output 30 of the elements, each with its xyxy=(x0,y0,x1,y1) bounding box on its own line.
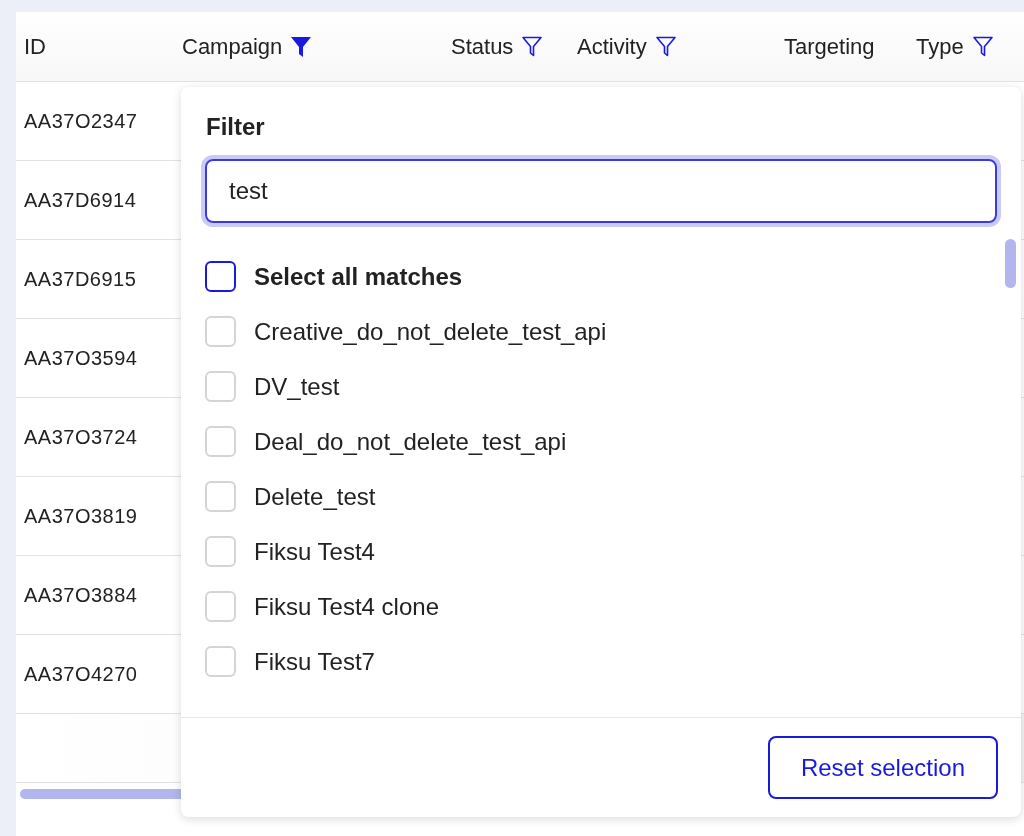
table-cell-text: AA37O4270 xyxy=(24,662,138,687)
table-cell-text: AA37O3819 xyxy=(24,504,138,529)
filter-icon[interactable] xyxy=(971,34,994,59)
column-header: Activity xyxy=(577,33,647,61)
option-label[interactable]: Fiksu Test4 clone xyxy=(254,588,439,625)
column-header: Status xyxy=(451,33,514,61)
table-cell-text: AA37O3594 xyxy=(24,346,138,371)
reset-selection-button[interactable]: Reset selection xyxy=(767,736,998,799)
option-label[interactable]: Select all matches xyxy=(254,258,463,295)
option-label[interactable]: DV_test xyxy=(254,368,340,405)
option-label[interactable]: Creative_do_not_delete_test_api xyxy=(254,313,607,350)
filter-icon[interactable] xyxy=(521,34,544,59)
checkbox[interactable] xyxy=(205,261,236,292)
option-label[interactable]: Deal_do_not_delete_test_api xyxy=(254,423,567,460)
option-label[interactable]: Fiksu Test7 xyxy=(254,643,375,680)
filter-title: Filter xyxy=(206,113,265,140)
table-cell-text: AA37D6914 xyxy=(24,188,137,213)
option-label[interactable]: Fiksu Test4 xyxy=(254,533,375,570)
column-header: Type xyxy=(916,33,964,61)
option-label[interactable]: Delete_test xyxy=(254,478,376,515)
scrollbar-thumb[interactable] xyxy=(1005,239,1016,288)
column-header: Campaign xyxy=(182,33,283,61)
table-cell-text: AA37O3724 xyxy=(24,425,138,450)
filter-icon[interactable] xyxy=(290,34,313,59)
column-header: Targeting xyxy=(784,33,875,61)
filter-icon[interactable] xyxy=(654,34,677,59)
table-cell-text: AA37O2347 xyxy=(24,109,138,134)
table-cell-text: AA37O3884 xyxy=(24,583,138,608)
column-header: ID xyxy=(24,33,46,61)
table-cell-text: AA37D6915 xyxy=(24,267,137,292)
